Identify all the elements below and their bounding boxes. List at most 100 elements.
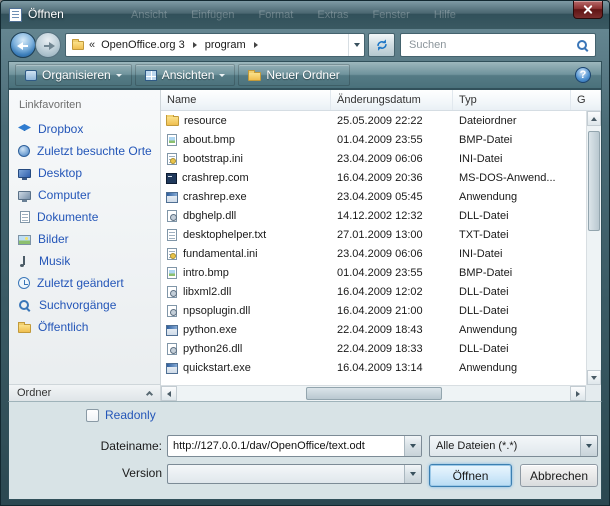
scroll-right-button[interactable] <box>570 386 586 401</box>
folders-label: Ordner <box>17 387 51 399</box>
app-icon <box>166 363 178 374</box>
folder-icon <box>166 116 179 126</box>
forward-button[interactable] <box>35 32 61 58</box>
breadcrumb[interactable]: « OpenOffice.org 3 program <box>65 33 365 57</box>
file-row[interactable]: about.bmp01.04.2009 23:55BMP-Datei <box>161 130 586 149</box>
file-date: 22.04.2009 18:43 <box>331 324 453 336</box>
breadcrumb-overflow-chevrons[interactable]: « <box>89 39 95 51</box>
back-button[interactable] <box>10 32 36 58</box>
sidebar-item-label: Desktop <box>38 166 82 180</box>
horizontal-scroll-thumb[interactable] <box>306 387 442 400</box>
chevron-right-icon[interactable] <box>254 42 258 48</box>
music-icon <box>18 255 32 268</box>
file-name: npsoplugin.dll <box>183 305 250 317</box>
readonly-checkbox[interactable] <box>86 409 99 422</box>
sidebar-item-pictures[interactable]: Bilder <box>9 228 160 250</box>
search-input[interactable] <box>407 38 576 52</box>
file-row[interactable]: dbghelp.dll14.12.2002 12:32DLL-Datei <box>161 206 586 225</box>
main-area: Linkfavoriten DropboxZuletzt besuchte Or… <box>8 89 602 401</box>
help-icon: ? <box>580 70 587 81</box>
organize-button[interactable]: Organisieren <box>15 64 132 86</box>
sidebar-item-label: Computer <box>38 188 91 202</box>
file-date: 16.04.2009 20:36 <box>331 172 453 184</box>
breadcrumb-segment[interactable]: program <box>203 39 248 51</box>
file-name-cell: npsoplugin.dll <box>161 305 331 317</box>
readonly-label[interactable]: Readonly <box>105 408 156 422</box>
column-header-name[interactable]: Name <box>161 90 331 110</box>
cancel-button-label: Abbrechen <box>530 469 588 483</box>
file-row[interactable]: crashrep.com16.04.2009 20:36MS-DOS-Anwen… <box>161 168 586 187</box>
sidebar-item-label: Bilder <box>38 232 69 246</box>
open-button[interactable]: Öffnen <box>429 464 512 487</box>
sidebar-item-desktop[interactable]: Desktop <box>9 162 160 184</box>
scroll-up-button[interactable] <box>587 111 601 126</box>
sidebar-item-music[interactable]: Musik <box>9 250 160 272</box>
file-row[interactable]: python26.dll22.04.2009 18:33DLL-Datei <box>161 339 586 358</box>
file-row[interactable]: crashrep.exe23.04.2009 05:45Anwendung <box>161 187 586 206</box>
file-type: Anwendung <box>453 324 571 336</box>
file-row[interactable]: fundamental.ini23.04.2009 06:06INI-Datei <box>161 244 586 263</box>
version-combobox[interactable] <box>167 464 422 484</box>
file-row[interactable]: libxml2.dll16.04.2009 12:02DLL-Datei <box>161 282 586 301</box>
file-row[interactable]: resource25.05.2009 22:22Dateiordner <box>161 111 586 130</box>
filetype-combobox[interactable]: Alle Dateien (*.*) <box>429 435 598 457</box>
folders-expander[interactable]: Ordner <box>9 384 160 401</box>
file-row[interactable]: bootstrap.ini23.04.2009 06:06INI-Datei <box>161 149 586 168</box>
sidebar-item-documents[interactable]: Dokumente <box>9 206 160 228</box>
sidebar-item-label: Zuletzt besuchte Orte <box>37 144 152 158</box>
file-row[interactable]: intro.bmp01.04.2009 23:55BMP-Datei <box>161 263 586 282</box>
chevron-right-icon[interactable] <box>193 42 197 48</box>
version-dropdown-button[interactable] <box>404 465 421 483</box>
chevron-down-icon <box>116 74 122 77</box>
file-name-cell: bootstrap.ini <box>161 153 331 165</box>
sidebar-item-dropbox[interactable]: Dropbox <box>9 118 160 140</box>
file-name: about.bmp <box>183 134 235 146</box>
column-header-date[interactable]: Änderungsdatum <box>331 90 453 110</box>
search-icon[interactable] <box>576 39 589 52</box>
cancel-button[interactable]: Abbrechen <box>520 464 598 487</box>
filename-dropdown-button[interactable] <box>404 436 421 456</box>
file-row[interactable]: desktophelper.txt27.01.2009 13:00TXT-Dat… <box>161 225 586 244</box>
scroll-down-button[interactable] <box>587 370 601 385</box>
sidebar: Linkfavoriten DropboxZuletzt besuchte Or… <box>9 90 161 401</box>
navigation-bar: « OpenOffice.org 3 program <box>1 29 609 61</box>
file-row[interactable]: quickstart.exe16.04.2009 13:14Anwendung <box>161 358 586 377</box>
refresh-button[interactable] <box>368 33 395 57</box>
open-dialog: Öffnen AnsichtEinfügenFormatExtrasFenste… <box>0 0 610 506</box>
recent-places-icon <box>18 145 30 157</box>
sidebar-item-recent-places[interactable]: Zuletzt besuchte Orte <box>9 140 160 162</box>
column-header-size[interactable]: G <box>571 90 601 110</box>
sidebar-item-recent-changes[interactable]: Zuletzt geändert <box>9 272 160 294</box>
file-date: 22.04.2009 18:33 <box>331 343 453 355</box>
breadcrumb-dropdown[interactable] <box>348 34 364 56</box>
file-type: DLL-Datei <box>453 343 571 355</box>
breadcrumb-segment[interactable]: OpenOffice.org 3 <box>99 39 187 51</box>
file-row[interactable]: python.exe22.04.2009 18:43Anwendung <box>161 320 586 339</box>
vertical-scrollbar[interactable] <box>586 111 601 385</box>
file-row[interactable]: npsoplugin.dll16.04.2009 21:00DLL-Datei <box>161 301 586 320</box>
close-button[interactable] <box>573 1 603 19</box>
sidebar-item-public[interactable]: Öffentlich <box>9 316 160 338</box>
ghost-menu-item: Einfügen <box>191 9 234 21</box>
scroll-left-button[interactable] <box>161 386 177 401</box>
file-name: crashrep.exe <box>183 191 247 203</box>
views-button[interactable]: Ansichten <box>135 64 236 86</box>
list-header: Name Änderungsdatum Typ G <box>161 90 601 111</box>
file-name-cell: dbghelp.dll <box>161 210 331 222</box>
filename-input[interactable] <box>168 436 404 456</box>
new-folder-button[interactable]: Neuer Ordner <box>238 64 349 86</box>
filetype-dropdown-button[interactable] <box>580 436 597 456</box>
filename-label: Dateiname: <box>64 439 162 453</box>
sidebar-item-searches[interactable]: Suchvorgänge <box>9 294 160 316</box>
ini-file-icon <box>167 248 177 260</box>
file-name-cell: python.exe <box>161 324 331 336</box>
column-header-type[interactable]: Typ <box>453 90 571 110</box>
scroll-right-icon <box>576 391 580 397</box>
help-button[interactable]: ? <box>575 67 591 83</box>
sidebar-item-computer[interactable]: Computer <box>9 184 160 206</box>
horizontal-scrollbar[interactable] <box>161 385 586 401</box>
file-type: TXT-Datei <box>453 229 571 241</box>
new-folder-icon <box>248 72 261 81</box>
public-icon <box>18 324 31 333</box>
vertical-scroll-thumb[interactable] <box>588 131 600 231</box>
